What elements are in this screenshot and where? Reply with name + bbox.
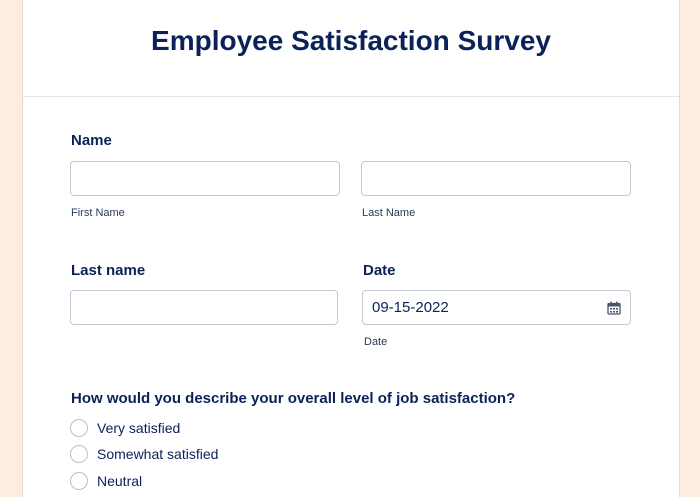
last-name-sublabel: Last Name	[362, 207, 416, 219]
last-name-label: Last name	[71, 262, 146, 279]
option-somewhat-satisfied[interactable]: Somewhat satisfied	[70, 445, 218, 463]
radio-somewhat-satisfied[interactable]	[70, 445, 88, 463]
option-label: Very satisfied	[97, 420, 181, 436]
name-label: Name	[71, 132, 112, 149]
date-value: 09-15-2022	[372, 299, 449, 316]
option-label: Somewhat satisfied	[97, 446, 219, 462]
first-name-sublabel: First Name	[71, 207, 125, 219]
form-header: Employee Satisfaction Survey	[23, 0, 679, 97]
satisfaction-question: How would you describe your overall leve…	[71, 390, 516, 407]
date-label: Date	[363, 262, 396, 279]
last-name-field-input[interactable]	[70, 290, 338, 325]
calendar-icon[interactable]	[607, 301, 621, 315]
form-title: Employee Satisfaction Survey	[151, 25, 551, 56]
date-input[interactable]: 09-15-2022	[362, 290, 631, 325]
date-sublabel: Date	[364, 336, 388, 348]
radio-very-satisfied[interactable]	[70, 419, 88, 437]
form-card: Employee Satisfaction Survey Name First …	[22, 0, 680, 497]
last-name-input[interactable]	[361, 161, 631, 196]
radio-neutral[interactable]	[70, 472, 88, 490]
option-very-satisfied[interactable]: Very satisfied	[70, 419, 180, 437]
first-name-input[interactable]	[70, 161, 340, 196]
option-neutral[interactable]: Neutral	[70, 472, 142, 490]
option-label: Neutral	[97, 473, 143, 489]
